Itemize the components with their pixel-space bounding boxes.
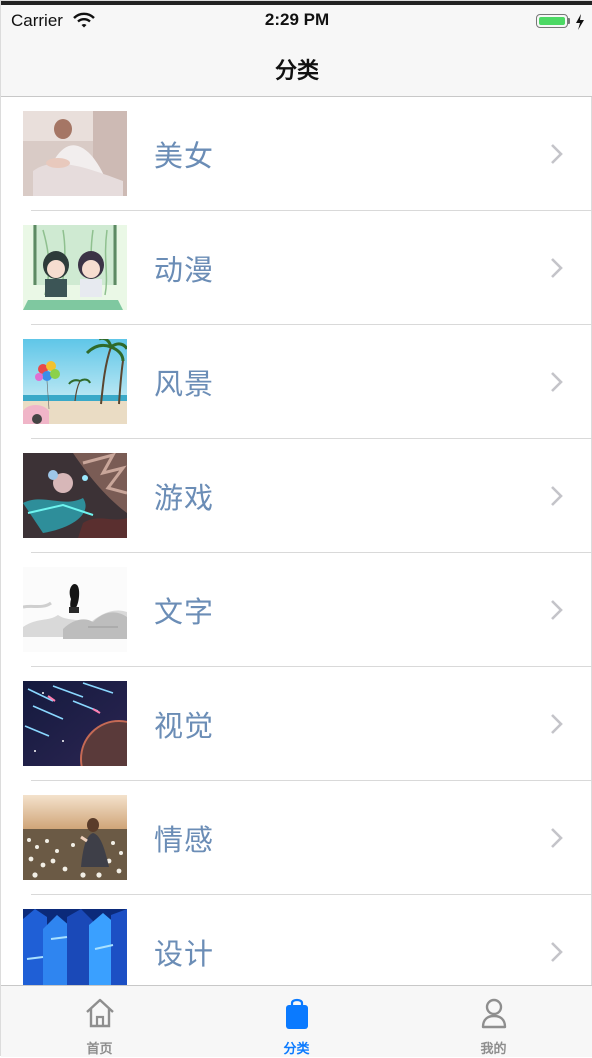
chevron-right-icon bbox=[551, 828, 563, 848]
chevron-right-icon bbox=[551, 942, 563, 962]
chevron-right-icon bbox=[551, 372, 563, 392]
category-row-0[interactable]: 美女 bbox=[1, 97, 592, 211]
category-thumbnail bbox=[23, 681, 127, 766]
category-list[interactable]: 美女 动漫 风景 游戏 文字 视觉 情感 设计 bbox=[1, 97, 592, 985]
tab-label: 首页 bbox=[86, 1042, 113, 1057]
category-label: 设计 bbox=[154, 937, 215, 971]
category-row-1[interactable]: 动漫 bbox=[1, 211, 592, 325]
category-row-3[interactable]: 游戏 bbox=[1, 439, 592, 553]
tab-bar: 首页 分类 我的 bbox=[1, 985, 592, 1057]
category-thumbnail bbox=[23, 453, 127, 538]
chevron-right-icon bbox=[551, 144, 563, 164]
category-thumbnail bbox=[23, 567, 127, 652]
category-thumbnail bbox=[23, 225, 127, 310]
tab-category[interactable]: 分类 bbox=[198, 986, 395, 1058]
tab-home[interactable]: 首页 bbox=[1, 986, 198, 1058]
category-thumbnail bbox=[23, 909, 127, 985]
battery-icon bbox=[536, 14, 568, 28]
category-label: 文字 bbox=[154, 595, 215, 629]
category-label: 视觉 bbox=[154, 709, 215, 743]
category-label: 情感 bbox=[154, 823, 215, 857]
home-icon bbox=[86, 998, 114, 1028]
charging-bolt-icon bbox=[576, 14, 584, 30]
category-label: 游戏 bbox=[154, 481, 215, 515]
chevron-right-icon bbox=[551, 258, 563, 278]
page-title: 分类 bbox=[274, 59, 319, 84]
category-label: 风景 bbox=[154, 367, 215, 401]
category-row-4[interactable]: 文字 bbox=[1, 553, 592, 667]
category-thumbnail bbox=[23, 795, 127, 880]
tab-label: 分类 bbox=[283, 1042, 310, 1057]
category-label: 动漫 bbox=[154, 253, 215, 287]
person-icon bbox=[481, 998, 507, 1029]
chevron-right-icon bbox=[551, 714, 563, 734]
category-row-2[interactable]: 风景 bbox=[1, 325, 592, 439]
navigation-bar: 分类 bbox=[1, 37, 592, 97]
category-row-5[interactable]: 视觉 bbox=[1, 667, 592, 781]
category-thumbnail bbox=[23, 339, 127, 424]
bag-icon bbox=[286, 998, 308, 1029]
tab-label: 我的 bbox=[480, 1042, 507, 1057]
category-row-6[interactable]: 情感 bbox=[1, 781, 592, 895]
tab-profile[interactable]: 我的 bbox=[395, 986, 592, 1058]
chevron-right-icon bbox=[551, 600, 563, 620]
status-time: 2:29 PM bbox=[264, 10, 330, 29]
battery-cap bbox=[568, 18, 570, 24]
category-thumbnail bbox=[23, 111, 127, 196]
status-bar: Carrier 2:29 PM bbox=[1, 5, 592, 37]
chevron-right-icon bbox=[551, 486, 563, 506]
category-row-7[interactable]: 设计 bbox=[1, 895, 592, 985]
category-label: 美女 bbox=[154, 139, 215, 173]
